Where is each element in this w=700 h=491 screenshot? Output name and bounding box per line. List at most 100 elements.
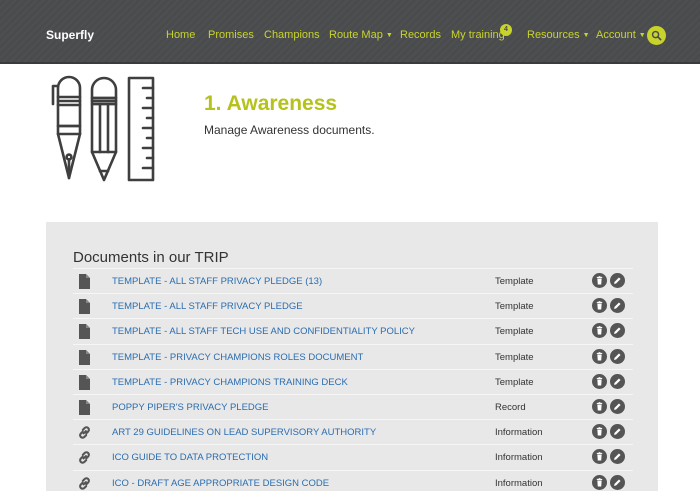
edit-button[interactable] (610, 273, 625, 288)
search-icon (651, 30, 662, 41)
link-icon (77, 425, 91, 440)
document-link[interactable]: TEMPLATE - ALL STAFF TECH USE AND CONFID… (112, 326, 415, 337)
delete-button[interactable] (592, 474, 607, 490)
training-count-badge: 4 (500, 24, 512, 36)
document-link[interactable]: TEMPLATE - ALL STAFF PRIVACY PLEDGE (13) (112, 276, 322, 287)
edit-button[interactable] (610, 474, 625, 490)
nav-home[interactable]: Home (166, 29, 195, 41)
nav-my-training-label: My training (451, 29, 505, 41)
document-row: TEMPLATE - PRIVACY CHAMPIONS ROLES DOCUM… (73, 343, 633, 369)
document-row: ICO GUIDE TO DATA PROTECTION Information (73, 444, 633, 469)
edit-button[interactable] (610, 424, 625, 440)
nav-records[interactable]: Records (400, 29, 441, 41)
file-icon (77, 349, 91, 365)
page-title: 1. Awareness (204, 92, 338, 115)
document-row: POPPY PIPER'S PRIVACY PLEDGE Record (73, 393, 633, 419)
nav-promises[interactable]: Promises (208, 29, 254, 41)
trash-icon (595, 351, 604, 361)
caret-down-icon: ▼ (582, 32, 590, 39)
file-icon (77, 299, 91, 315)
edit-button[interactable] (610, 449, 625, 465)
document-link[interactable]: ART 29 GUIDELINES ON LEAD SUPERVISORY AU… (112, 427, 376, 438)
edit-button[interactable] (610, 348, 625, 364)
nav-account-label: Account (596, 29, 636, 41)
nav-records-label: Records (400, 29, 441, 41)
pencil-icon (613, 276, 622, 285)
pencil-icon (613, 452, 622, 461)
edit-button[interactable] (610, 398, 625, 414)
delete-button[interactable] (592, 424, 607, 440)
page-subtitle: Manage Awareness documents. (204, 123, 375, 137)
document-type: Template (495, 301, 534, 313)
document-row: TEMPLATE - ALL STAFF PRIVACY PLEDGE Templ… (73, 293, 633, 318)
link-icon (77, 476, 91, 491)
pencil-icon (613, 427, 622, 436)
nav-champions-label: Champions (264, 29, 320, 41)
nav-account[interactable]: Account ▼ (596, 29, 646, 41)
pencil-icon (613, 478, 622, 487)
edit-button[interactable] (610, 323, 625, 339)
pencil-icon (613, 326, 622, 335)
pen-pencil-ruler-icon (51, 75, 155, 182)
delete-button[interactable] (592, 348, 607, 364)
trash-icon (595, 276, 604, 285)
delete-button[interactable] (592, 273, 607, 288)
nav-promises-label: Promises (208, 29, 254, 41)
brand-logo[interactable]: Superfly (46, 28, 94, 42)
trash-icon (595, 477, 604, 487)
documents-list: TEMPLATE - ALL STAFF PRIVACY PLEDGE (13)… (73, 268, 633, 491)
document-link[interactable]: TEMPLATE - PRIVACY CHAMPIONS ROLES DOCUM… (112, 352, 363, 363)
pencil-icon (613, 301, 622, 310)
nav-resources[interactable]: Resources ▼ (527, 29, 590, 41)
document-link[interactable]: TEMPLATE - PRIVACY CHAMPIONS TRAINING DE… (112, 377, 348, 388)
top-navbar: Superfly Home Promises Champions Route M… (0, 0, 700, 64)
document-type: Information (495, 477, 543, 489)
document-type: Template (495, 326, 534, 338)
edit-button[interactable] (610, 373, 625, 389)
trash-icon (595, 452, 604, 461)
delete-button[interactable] (592, 323, 607, 339)
document-type: Information (495, 452, 543, 464)
document-type: Template (495, 351, 534, 363)
delete-button[interactable] (592, 398, 607, 414)
pencil-icon (613, 402, 622, 411)
file-icon (77, 374, 91, 390)
delete-button[interactable] (592, 373, 607, 389)
caret-down-icon: ▼ (385, 32, 393, 39)
documents-panel: Documents in our TRIP TEMPLATE - ALL STA… (46, 222, 658, 491)
trash-icon (595, 427, 604, 436)
delete-button[interactable] (592, 298, 607, 314)
document-link[interactable]: ICO - DRAFT AGE APPROPRIATE DESIGN CODE (112, 478, 329, 489)
document-link[interactable]: POPPY PIPER'S PRIVACY PLEDGE (112, 402, 269, 413)
nav-home-label: Home (166, 29, 196, 41)
delete-button[interactable] (592, 449, 607, 465)
documents-heading: Documents in our TRIP (73, 249, 229, 266)
document-row: ART 29 GUIDELINES ON LEAD SUPERVISORY AU… (73, 419, 633, 444)
file-icon (77, 274, 91, 289)
document-link[interactable]: ICO GUIDE TO DATA PROTECTION (112, 452, 268, 463)
document-link[interactable]: TEMPLATE - ALL STAFF PRIVACY PLEDGE (112, 301, 303, 312)
document-row: TEMPLATE - PRIVACY CHAMPIONS TRAINING DE… (73, 368, 633, 394)
document-row: ICO - DRAFT AGE APPROPRIATE DESIGN CODE I… (73, 469, 633, 491)
trash-icon (595, 376, 604, 386)
nav-route-map-label: Route Map (329, 29, 383, 41)
pencil-icon (613, 377, 622, 386)
document-type: Template (495, 276, 534, 287)
pencil-icon (613, 352, 622, 361)
nav-resources-label: Resources (527, 29, 580, 41)
document-row: TEMPLATE - ALL STAFF TECH USE AND CONFID… (73, 318, 633, 343)
link-icon (77, 450, 91, 465)
file-icon (77, 324, 91, 340)
edit-button[interactable] (610, 298, 625, 314)
trash-icon (595, 402, 604, 411)
caret-down-icon: ▼ (638, 32, 646, 39)
document-type: Template (495, 376, 534, 388)
nav-champions[interactable]: Champions (264, 29, 320, 41)
trash-icon (595, 301, 604, 310)
trash-icon (595, 326, 604, 335)
document-type: Record (495, 401, 526, 413)
nav-my-training[interactable]: My training (451, 29, 505, 41)
nav-route-map[interactable]: Route Map ▼ (329, 29, 393, 41)
search-button[interactable] (647, 26, 666, 45)
document-type: Information (495, 427, 543, 439)
